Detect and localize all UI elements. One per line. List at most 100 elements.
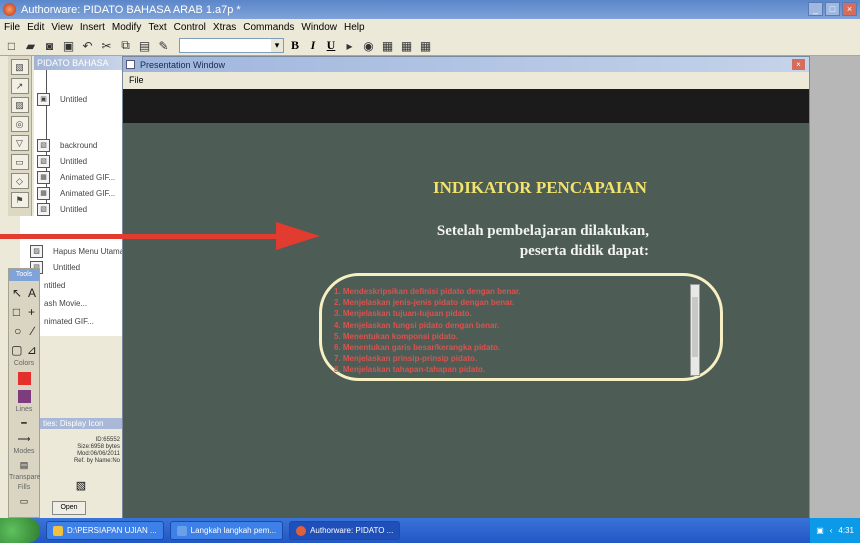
- presentation-title-bar: Presentation Window: [123, 57, 809, 72]
- mode-icon[interactable]: ▤: [20, 460, 29, 471]
- rectangle-tool-icon[interactable]: □: [13, 305, 20, 319]
- tray-icon[interactable]: ▣: [816, 526, 824, 535]
- mode-value: Transparent: [9, 474, 47, 481]
- task-label: Authorware: PIDATO ...: [310, 526, 394, 535]
- lines-label: Lines: [15, 406, 33, 413]
- presentation-menu-file[interactable]: File: [123, 72, 809, 89]
- display-icon: ▧: [37, 154, 50, 168]
- task-label: Langkah langkah pem...: [190, 526, 277, 535]
- presentation-close-button[interactable]: ×: [792, 59, 805, 70]
- knowledge-objects-icon[interactable]: ▦: [418, 38, 433, 53]
- copy-icon[interactable]: ⧉: [118, 38, 133, 53]
- title-bar: Authorware: PIDATO BAHASA ARAB 1.a7p * _…: [0, 0, 860, 19]
- display-icon-preview: ▧: [75, 480, 87, 492]
- menu-view[interactable]: View: [51, 22, 73, 33]
- window-controls: _ □ ×: [808, 2, 857, 16]
- menu-edit[interactable]: Edit: [27, 22, 44, 33]
- flow-item-label: Untitled: [53, 262, 81, 272]
- navigate-icon[interactable]: ▽: [10, 135, 29, 151]
- display-icon[interactable]: ▧: [10, 59, 29, 75]
- foreground-color-swatch[interactable]: [17, 372, 31, 385]
- scrollbar-thumb[interactable]: [692, 297, 698, 357]
- bold-button[interactable]: B: [288, 38, 302, 53]
- slide-subtitle-line2: peserta didik dapat:: [519, 243, 649, 259]
- flow-item[interactable]: nimated GIF...: [44, 312, 94, 330]
- wait-icon[interactable]: ◎: [10, 116, 29, 132]
- slide-subtitle-line1: Setelah pembelajaran dilakukan,: [436, 223, 649, 239]
- polygon-tool-icon[interactable]: ⊿: [27, 343, 37, 357]
- flow-item-label: nimated GIF...: [44, 316, 94, 326]
- decision-icon[interactable]: ◇: [10, 173, 29, 189]
- flow-item[interactable]: ntitled: [44, 276, 65, 294]
- menu-help[interactable]: Help: [344, 22, 365, 33]
- menu-file[interactable]: File: [4, 22, 20, 33]
- line-style-icon[interactable]: ━: [21, 418, 26, 429]
- underline-button[interactable]: U: [324, 38, 338, 53]
- flow-item[interactable]: ▣ Untitled: [37, 90, 87, 108]
- menu-window[interactable]: Window: [301, 22, 337, 33]
- import-icon[interactable]: ▣: [61, 38, 76, 53]
- menu-xtras[interactable]: Xtras: [213, 22, 236, 33]
- start-flag-icon[interactable]: ⚑: [10, 192, 29, 208]
- erase-icon[interactable]: ▨: [10, 97, 29, 113]
- left-pane: ▧ ↗ ▨ ◎ ▽ ▭ ◇ ⚑ PIDATO BAHASA ▣ Untitled …: [0, 56, 124, 518]
- open-folder-icon[interactable]: ▰: [23, 38, 38, 53]
- folder-icon: [53, 525, 63, 536]
- paste-icon[interactable]: ▤: [137, 38, 152, 53]
- start-button[interactable]: [0, 518, 40, 543]
- authorware-app-icon: [3, 3, 16, 16]
- menu-control[interactable]: Control: [174, 22, 206, 33]
- menu-commands[interactable]: Commands: [243, 22, 294, 33]
- pointer-tool-icon[interactable]: ↖: [12, 286, 22, 300]
- variables-icon[interactable]: ▦: [399, 38, 414, 53]
- menu-modify[interactable]: Modify: [112, 22, 141, 33]
- framework-icon[interactable]: ▭: [10, 154, 29, 170]
- close-button[interactable]: ×: [842, 2, 857, 16]
- italic-button[interactable]: I: [306, 38, 320, 53]
- diagonal-line-tool-icon[interactable]: ∕: [32, 324, 34, 338]
- presentation-header-band: [123, 89, 809, 123]
- task-document[interactable]: Langkah langkah pem...: [169, 521, 284, 540]
- cut-icon[interactable]: ✂: [99, 38, 114, 53]
- text-style-combo[interactable]: [179, 38, 284, 53]
- objective-item: 1. Mendeskripsikan definisi pidato denga…: [334, 287, 521, 296]
- icon-palette: ▧ ↗ ▨ ◎ ▽ ▭ ◇ ⚑: [8, 56, 32, 216]
- objective-item: 7. Menjelaskan prinsip-prinsip pidato.: [334, 354, 478, 364]
- minimize-button[interactable]: _: [808, 2, 823, 16]
- save-icon[interactable]: ◙: [42, 38, 57, 53]
- icon-modified: Mod:06/06/2011: [77, 451, 120, 457]
- flow-item[interactable]: ash Movie...: [44, 294, 87, 312]
- objectives-box: 1. Mendeskripsikan definisi pidato denga…: [319, 273, 723, 381]
- gif-icon: ▦: [37, 186, 50, 200]
- objectives-list[interactable]: 1. Mendeskripsikan definisi pidato denga…: [334, 286, 694, 378]
- line-tool-icon[interactable]: +: [28, 305, 35, 319]
- maximize-button[interactable]: □: [825, 2, 840, 16]
- rounded-rect-tool-icon[interactable]: ▢: [11, 343, 22, 357]
- task-explorer[interactable]: D:\PERSIAPAN UJIAN ...: [46, 521, 164, 540]
- undo-icon[interactable]: ↶: [80, 38, 95, 53]
- tray-chevron-icon[interactable]: ‹: [830, 526, 833, 535]
- objective-item: 4. Menjelaskan fungsi pidato dengan bena…: [334, 320, 500, 330]
- tools-panel: Tools ↖ A □ + ○ ∕ ▢ ⊿ Colors Lines ━ ⟶ Modes…: [8, 268, 47, 518]
- find-icon[interactable]: ✎: [156, 38, 171, 53]
- text-tool-icon[interactable]: A: [28, 286, 36, 300]
- ellipse-tool-icon[interactable]: ○: [14, 324, 21, 338]
- restart-icon[interactable]: ▸: [342, 38, 357, 53]
- task-authorware[interactable]: Authorware: PIDATO ...: [289, 521, 401, 540]
- functions-icon[interactable]: ▦: [380, 38, 395, 53]
- fill-color-swatch[interactable]: [17, 390, 31, 403]
- presentation-window-icon: [126, 60, 135, 69]
- tools-title: Tools: [9, 269, 39, 281]
- presentation-window: Presentation Window × File INDIKATOR PEN…: [122, 56, 810, 518]
- menu-insert[interactable]: Insert: [80, 22, 105, 33]
- objectives-scrollbar[interactable]: [690, 284, 700, 376]
- open-button[interactable]: Open: [52, 501, 86, 515]
- modes-label: Modes: [13, 448, 35, 455]
- arrow-style-icon[interactable]: ⟶: [18, 434, 31, 445]
- new-file-icon[interactable]: □: [4, 38, 19, 53]
- control-panel-icon[interactable]: ◉: [361, 38, 376, 53]
- fill-pattern-icon[interactable]: ▭: [20, 496, 29, 507]
- toolbar: □ ▰ ◙ ▣ ↶ ✂ ⧉ ▤ ✎ B I U ▸ ◉ ▦ ▦ ▦: [0, 36, 860, 56]
- menu-text[interactable]: Text: [148, 22, 166, 33]
- motion-icon[interactable]: ↗: [10, 78, 29, 94]
